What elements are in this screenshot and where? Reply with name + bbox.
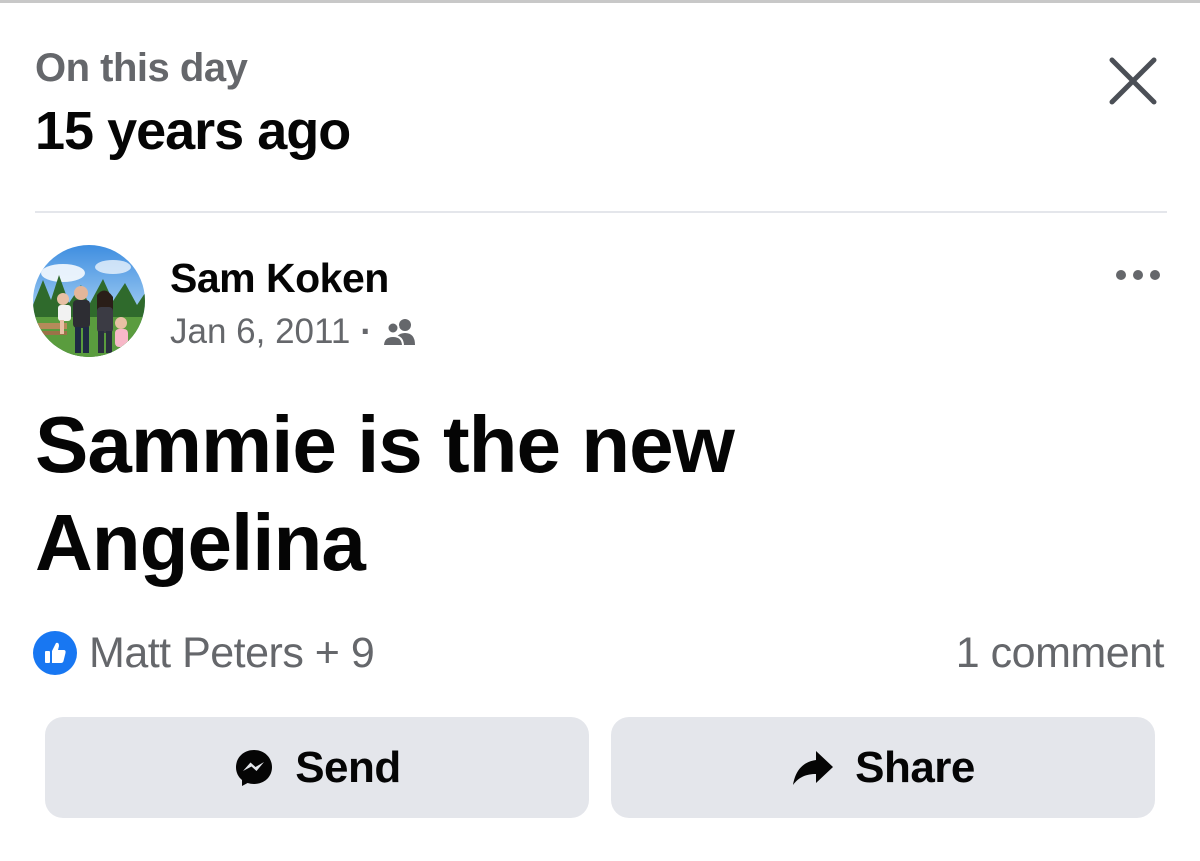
comments-count[interactable]: 1 comment xyxy=(956,628,1165,678)
share-button[interactable]: Share xyxy=(611,717,1155,818)
top-border xyxy=(0,0,1200,3)
reactions-text: Matt Peters + 9 xyxy=(89,628,375,677)
memory-title: 15 years ago xyxy=(35,101,351,161)
post-text-line: Angelina xyxy=(35,498,366,587)
send-label: Send xyxy=(295,742,401,792)
post-meta: Jan 6, 2011 · xyxy=(170,310,418,354)
profile-photo xyxy=(33,245,145,357)
post-text: Sammie is the new Angelina xyxy=(35,396,1155,592)
send-button[interactable]: Send xyxy=(45,717,589,818)
more-dots-icon xyxy=(1116,270,1160,280)
like-icon xyxy=(33,631,77,675)
header-divider xyxy=(35,211,1167,213)
avatar[interactable] xyxy=(33,245,145,357)
memory-kicker: On this day xyxy=(35,46,248,90)
post-text-line: Sammie is the new xyxy=(35,400,735,489)
share-label: Share xyxy=(855,742,975,792)
reactions-summary[interactable]: Matt Peters + 9 xyxy=(33,628,375,678)
more-options-button[interactable] xyxy=(1108,255,1168,295)
post-date[interactable]: Jan 6, 2011 xyxy=(170,312,350,352)
author-name[interactable]: Sam Koken xyxy=(170,255,389,302)
share-arrow-icon xyxy=(791,748,835,788)
meta-separator: · xyxy=(360,312,372,351)
friends-icon[interactable] xyxy=(382,317,418,347)
messenger-icon xyxy=(233,747,275,789)
close-button[interactable] xyxy=(1100,48,1166,114)
close-icon xyxy=(1109,57,1157,105)
